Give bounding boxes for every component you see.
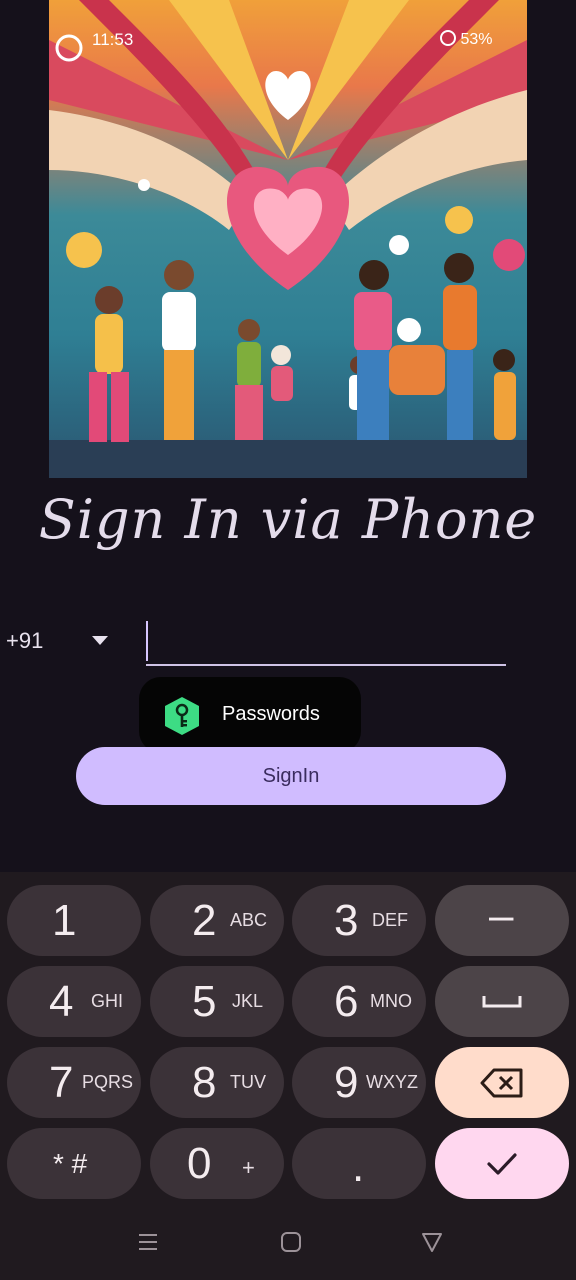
key-5[interactable]: 5 JKL: [150, 966, 284, 1037]
key-symbol: .: [352, 1142, 365, 1191]
key-letters: WXYZ: [366, 1072, 418, 1092]
hero-illustration: [49, 0, 527, 478]
text-caret: [146, 621, 148, 661]
key-digit: 7: [49, 1058, 74, 1107]
key-symbol: * #: [53, 1148, 88, 1179]
key-digit: 6: [334, 977, 359, 1026]
key-1[interactable]: 1: [7, 885, 141, 956]
key-2[interactable]: 2 ABC: [150, 885, 284, 956]
key-9[interactable]: 9 WXYZ: [292, 1047, 426, 1118]
key-digit: 4: [49, 977, 74, 1026]
nav-recents-icon[interactable]: [137, 1230, 159, 1260]
community-illustration: [49, 0, 527, 478]
key-letters: +: [242, 1155, 255, 1180]
space-icon: [482, 996, 522, 1008]
key-digit: 1: [52, 896, 77, 945]
key-letters: PQRS: [82, 1072, 134, 1092]
nav-back-icon[interactable]: [421, 1230, 443, 1260]
check-icon: [487, 1153, 517, 1175]
key-letters: DEF: [372, 910, 408, 930]
key-7[interactable]: 7 PQRS: [7, 1047, 141, 1118]
battery-icon: [440, 30, 456, 46]
key-done[interactable]: [435, 1128, 569, 1199]
key-digit: 9: [334, 1058, 359, 1107]
key-star-hash[interactable]: * #: [7, 1128, 141, 1199]
key-letters: MNO: [370, 991, 412, 1011]
key-digit: 8: [192, 1058, 217, 1107]
key-letters: ABC: [230, 910, 268, 930]
key-dot[interactable]: .: [292, 1128, 426, 1199]
key-digit: 5: [192, 977, 217, 1026]
key-8[interactable]: 8 TUV: [150, 1047, 284, 1118]
country-code[interactable]: +91: [6, 628, 43, 654]
key-dash[interactable]: –: [435, 885, 569, 956]
status-time: 11:53: [92, 30, 134, 49]
key-icon: [165, 697, 199, 735]
key-4[interactable]: 4 GHI: [7, 966, 141, 1037]
key-backspace[interactable]: [435, 1047, 569, 1118]
key-letters: TUV: [230, 1072, 266, 1092]
key-digit: 0: [187, 1139, 212, 1188]
key-0[interactable]: 0 +: [150, 1128, 284, 1199]
signin-button[interactable]: SignIn: [76, 747, 506, 805]
passwords-label: Passwords: [222, 703, 320, 725]
numeric-keyboard: 1 2 ABC 3 DEF – 4 GHI 5 JKL 6 MNO 7 PQRS…: [0, 872, 576, 1280]
key-digit: 2: [192, 896, 217, 945]
passwords-autofill-chip[interactable]: Passwords: [139, 677, 361, 753]
key-symbol: –: [489, 891, 514, 940]
key-3[interactable]: 3 DEF: [292, 885, 426, 956]
key-letters: GHI: [91, 991, 124, 1011]
key-letters: JKL: [232, 991, 264, 1011]
page-title: Sign In via Phone: [38, 488, 538, 551]
key-6[interactable]: 6 MNO: [292, 966, 426, 1037]
battery-percent: 53%: [460, 31, 493, 48]
key-space[interactable]: [435, 966, 569, 1037]
key-digit: 3: [334, 896, 359, 945]
phone-number-input[interactable]: [146, 620, 506, 666]
dropdown-arrow-icon[interactable]: [92, 636, 108, 645]
backspace-icon: [480, 1068, 523, 1098]
status-battery: 53%: [440, 30, 492, 49]
nav-home-icon[interactable]: [280, 1230, 302, 1260]
